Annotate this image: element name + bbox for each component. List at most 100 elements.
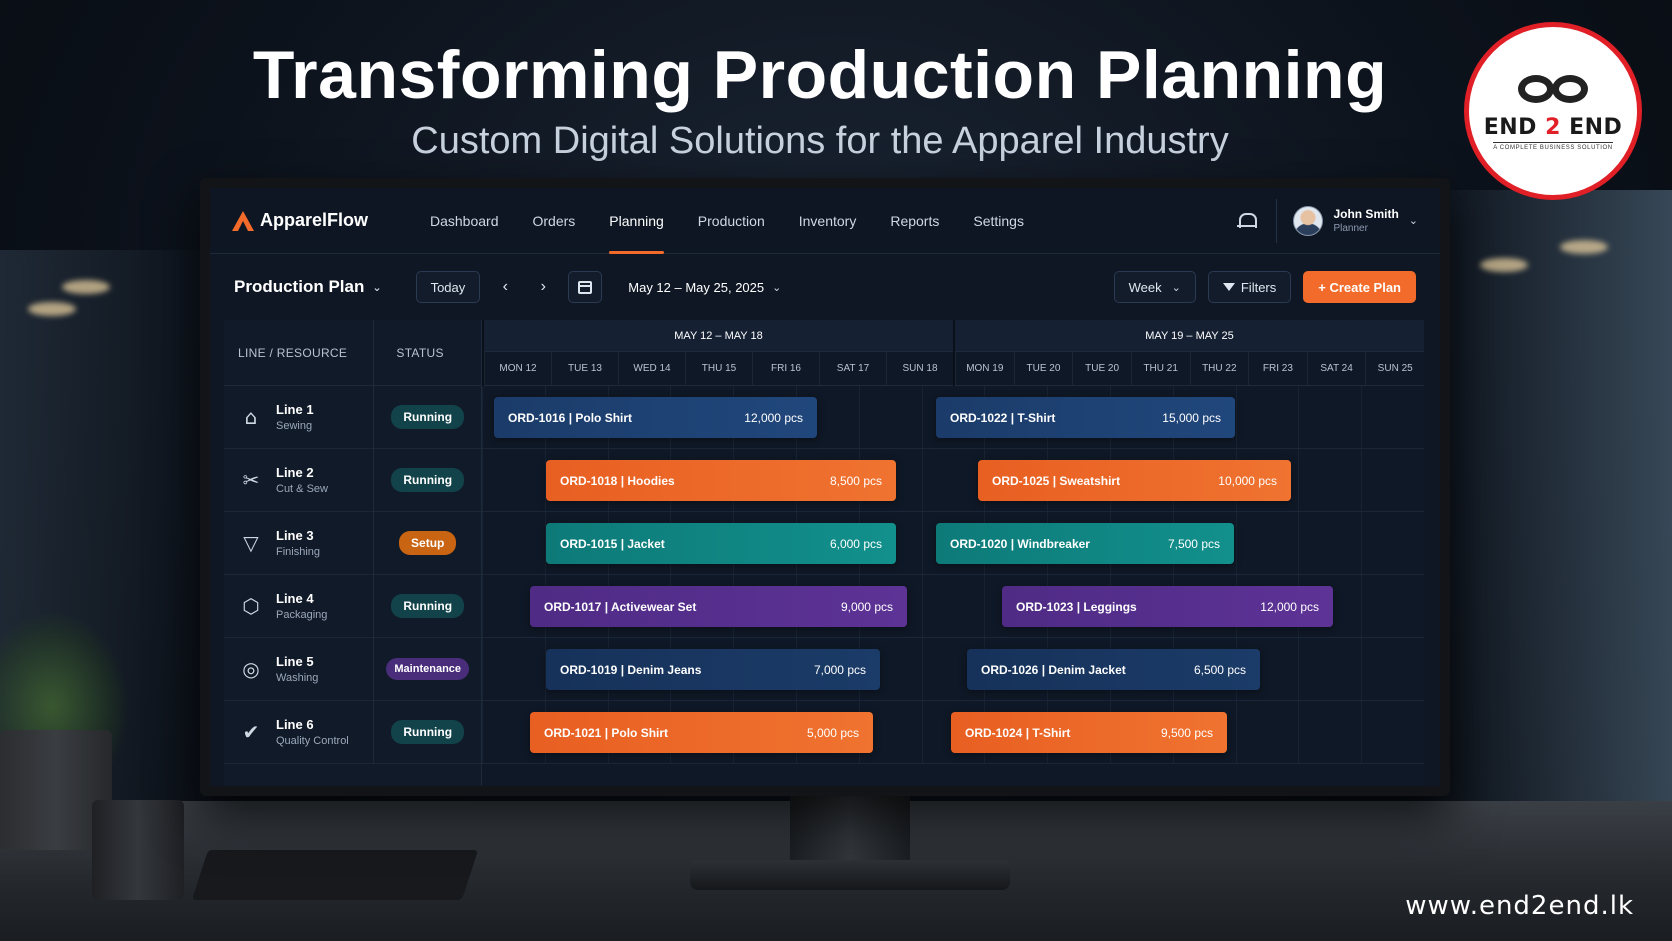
date-range-selector[interactable]: May 12 – May 25, 2025 ⌄ <box>628 280 781 295</box>
order-quantity: 9,500 pcs <box>1160 725 1213 740</box>
end2end-logo: END 2 END A COMPLETE BUSINESS SOLUTION <box>1464 22 1642 200</box>
day-header: SUN 25 <box>1365 352 1424 385</box>
order-bar[interactable]: ORD-1020 | Windbreaker 7,500 pcs <box>936 523 1234 564</box>
logo-wordmark: END 2 END <box>1483 115 1623 140</box>
timeline: MAY 12 – MAY 18 MON 12 TUE 13 WED 14 THU 15 F… <box>482 320 1424 786</box>
order-bar[interactable]: ORD-1015 | Jacket 6,000 pcs <box>546 523 896 564</box>
create-plan-button[interactable]: + Create Plan <box>1303 271 1416 303</box>
nav-planning[interactable]: Planning <box>609 188 664 254</box>
resource-row[interactable]: ▽ Line 3 Finishing Setup <box>224 511 481 575</box>
view-select[interactable]: Week ⌄ <box>1113 271 1196 303</box>
order-bar[interactable]: ORD-1022 | T-Shirt 15,000 pcs <box>936 397 1235 438</box>
order-quantity: 6,500 pcs <box>1193 662 1246 677</box>
user-menu[interactable]: John Smith Planner ⌄ <box>1276 198 1418 243</box>
day-header: MON 19 <box>955 352 1014 385</box>
app-topbar: ApparelFlow Dashboard Orders Planning Produ… <box>210 188 1440 254</box>
order-bar[interactable]: ORD-1024 | T-Shirt 9,500 pcs <box>951 712 1227 753</box>
filters-label: Filters <box>1240 279 1277 295</box>
nav-settings[interactable]: Settings <box>973 188 1024 254</box>
check-circle-icon: ✔ <box>242 720 260 744</box>
status-badge: Running <box>391 594 465 618</box>
schedule-lane: ORD-1015 | Jacket 6,000 pcs ORD-1020 | Win… <box>482 512 1424 575</box>
schedule-lane: ORD-1019 | Denim Jeans 7,000 pcs ORD-1026 … <box>482 638 1424 701</box>
ceiling-light <box>28 302 76 316</box>
plan-toolbar: Production Plan ⌄ Today ‹ › May 12 – May… <box>210 254 1440 320</box>
resource-cell: ⬡ Line 4 Packaging <box>224 591 373 621</box>
banner-title: Transforming Production Planning <box>252 37 1388 113</box>
schedule-lane: ORD-1017 | Activewear Set 9,000 pcs ORD-10… <box>482 575 1424 638</box>
day-header: WED 14 <box>618 352 685 385</box>
order-bar[interactable]: ORD-1025 | Sweatshirt 10,000 pcs <box>978 460 1291 501</box>
notification-bell-icon[interactable] <box>1236 211 1258 231</box>
chevron-right-icon[interactable]: › <box>530 271 556 303</box>
date-range-label: May 12 – May 25, 2025 <box>628 279 765 295</box>
user-name: John Smith <box>1333 207 1399 221</box>
tshirt-icon: ▽ <box>243 531 259 555</box>
ceiling-light <box>1480 258 1528 272</box>
order-bar[interactable]: ORD-1026 | Denim Jacket 6,500 pcs <box>967 649 1260 690</box>
resource-row[interactable]: ✔ Line 6 Quality Control Running <box>224 700 481 764</box>
order-label: ORD-1015 | Jacket <box>560 536 665 551</box>
day-header: TUE 13 <box>551 352 618 385</box>
schedule-lane: ORD-1018 | Hoodies 8,500 pcs ORD-1025 | Sw… <box>482 449 1424 512</box>
view-select-value: Week <box>1128 279 1162 295</box>
day-header: FRI 16 <box>752 352 819 385</box>
monitor-base <box>690 860 1010 890</box>
day-header-row: MON 12 TUE 13 WED 14 THU 15 FRI 16 SAT 17 SUN … <box>484 352 953 386</box>
order-quantity: 8,500 pcs <box>829 473 882 488</box>
resource-row[interactable]: ⬡ Line 4 Packaging Running <box>224 574 481 638</box>
nav-dashboard[interactable]: Dashboard <box>430 188 499 254</box>
scissors-icon: ✂ <box>242 468 260 492</box>
order-quantity: 10,000 pcs <box>1218 473 1277 488</box>
order-label: ORD-1021 | Polo Shirt <box>544 725 669 740</box>
resource-row[interactable]: ⌂ Line 1 Sewing Running <box>224 385 481 449</box>
washing-machine-icon: ◎ <box>242 657 260 681</box>
filters-button[interactable]: Filters <box>1207 271 1292 303</box>
order-label: ORD-1022 | T-Shirt <box>950 410 1056 425</box>
plan-selector[interactable]: Production Plan ⌄ <box>234 277 382 297</box>
status-cell: Running <box>373 385 481 449</box>
notebook <box>191 850 479 900</box>
order-label: ORD-1017 | Activewear Set <box>544 599 697 614</box>
order-quantity: 15,000 pcs <box>1162 410 1221 425</box>
ceiling-light <box>62 280 110 294</box>
order-bar[interactable]: ORD-1017 | Activewear Set 9,000 pcs <box>530 586 907 627</box>
line-name: Line 3 <box>276 528 314 543</box>
status-cell: Running <box>373 574 481 638</box>
order-bar[interactable]: ORD-1019 | Denim Jeans 7,000 pcs <box>546 649 880 690</box>
sewing-machine-icon: ⌂ <box>244 405 258 429</box>
banner-subtitle: Custom Digital Solutions for the Apparel… <box>411 120 1229 162</box>
chevron-down-icon: ⌄ <box>1171 281 1181 294</box>
brand-logo-icon <box>232 210 254 231</box>
resource-row[interactable]: ✂ Line 2 Cut & Sew Running <box>224 448 481 512</box>
nav-reports[interactable]: Reports <box>890 188 939 254</box>
order-label: ORD-1018 | Hoodies <box>560 473 675 488</box>
chevron-left-icon[interactable]: ‹ <box>492 271 518 303</box>
day-header: THU 21 <box>1130 352 1190 385</box>
nav-orders[interactable]: Orders <box>533 188 576 254</box>
order-bar[interactable]: ORD-1023 | Leggings 12,000 pcs <box>1002 586 1333 627</box>
day-header: SAT 17 <box>819 352 886 385</box>
order-label: ORD-1024 | T-Shirt <box>965 725 1071 740</box>
nav-inventory[interactable]: Inventory <box>799 188 857 254</box>
filter-icon <box>1222 283 1235 291</box>
line-name: Line 1 <box>276 402 314 417</box>
brand[interactable]: ApparelFlow <box>232 210 400 231</box>
column-header-status: STATUS <box>373 319 481 386</box>
resource-cell: ✂ Line 2 Cut & Sew <box>224 465 373 495</box>
monitor: ApparelFlow Dashboard Orders Planning Produ… <box>200 178 1450 796</box>
nav-production[interactable]: Production <box>698 188 765 254</box>
brand-name: ApparelFlow <box>260 210 369 230</box>
order-bar[interactable]: ORD-1018 | Hoodies 8,500 pcs <box>546 460 896 501</box>
status-badge: Running <box>391 405 465 429</box>
order-bar[interactable]: ORD-1021 | Polo Shirt 5,000 pcs <box>530 712 873 753</box>
today-button[interactable]: Today <box>415 271 481 303</box>
resource-row[interactable]: ◎ Line 5 Washing Maintenance <box>224 637 481 701</box>
schedule-lane: ORD-1021 | Polo Shirt 5,000 pcs ORD-1024 |… <box>482 701 1424 764</box>
week-label: MAY 19 – MAY 25 <box>955 320 1424 352</box>
line-type: Finishing <box>276 546 321 558</box>
order-bar[interactable]: ORD-1016 | Polo Shirt 12,000 pcs <box>494 397 817 438</box>
calendar-button[interactable] <box>568 271 603 303</box>
resource-panel: LINE / RESOURCE STATUS ⌂ Line 1 Sewing Runn… <box>224 319 482 786</box>
banner: Transforming Production Planning Custom … <box>0 36 1640 163</box>
